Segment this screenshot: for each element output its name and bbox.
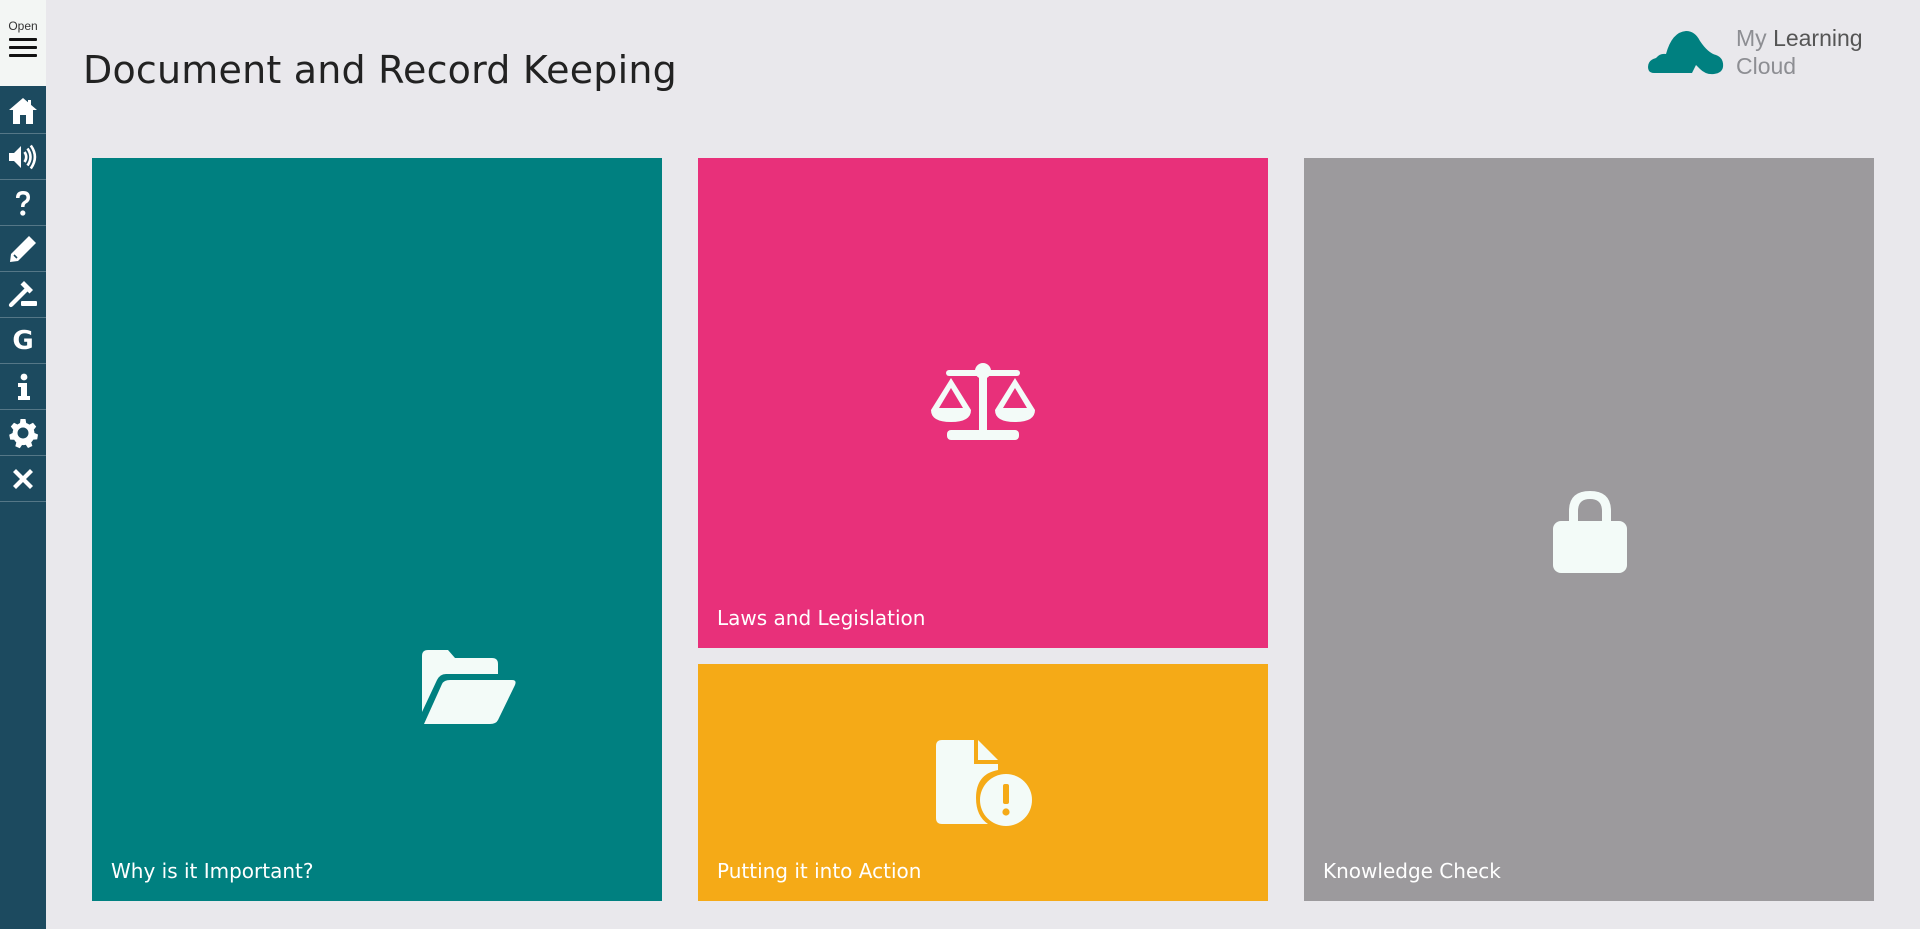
tile-label: Knowledge Check: [1323, 859, 1501, 883]
pencil-icon: [10, 235, 36, 262]
sidebar-item-audio[interactable]: [0, 134, 46, 180]
audio-icon: [9, 144, 37, 169]
brand-logo: My Learning Cloud: [1648, 24, 1863, 80]
tile-putting-into-action[interactable]: Putting it into Action: [698, 664, 1268, 901]
tile-label: Why is it Important?: [111, 859, 314, 883]
sidebar-menu: G: [0, 88, 46, 502]
document-alert-icon: [936, 740, 1032, 830]
scales-icon: [931, 362, 1035, 448]
sidebar-item-notes[interactable]: [0, 226, 46, 272]
logo-text-cloud: Cloud: [1736, 53, 1797, 79]
tile-label: Putting it into Action: [717, 859, 922, 883]
menu-open-label: Open: [8, 19, 38, 33]
sidebar: Open G: [0, 0, 46, 929]
gavel-icon: [8, 280, 37, 307]
sidebar-item-glossary[interactable]: G: [0, 318, 46, 364]
help-icon: [16, 190, 30, 216]
logo-text-my: My: [1736, 25, 1774, 51]
tile-knowledge-check[interactable]: Knowledge Check: [1304, 158, 1874, 901]
sidebar-item-close[interactable]: [0, 456, 46, 502]
close-icon: [13, 468, 33, 489]
hamburger-icon: [9, 38, 37, 57]
sidebar-item-info[interactable]: [0, 364, 46, 410]
glossary-icon: G: [12, 325, 34, 356]
folder-open-icon: [422, 650, 516, 728]
tile-why-important[interactable]: Why is it Important?: [92, 158, 662, 901]
sidebar-item-settings[interactable]: [0, 410, 46, 456]
tile-label: Laws and Legislation: [717, 606, 926, 630]
logo-text-learning: Learning: [1773, 25, 1863, 51]
gear-icon: [9, 418, 38, 448]
cloud-icon: [1648, 31, 1724, 75]
logo-text: My Learning Cloud: [1736, 24, 1863, 80]
sidebar-item-help[interactable]: [0, 180, 46, 226]
sidebar-item-home[interactable]: [0, 88, 46, 134]
info-icon: [18, 373, 30, 400]
sidebar-item-legal[interactable]: [0, 272, 46, 318]
menu-toggle-button[interactable]: Open: [0, 0, 46, 86]
page-title: Document and Record Keeping: [83, 48, 677, 92]
tile-laws-legislation[interactable]: Laws and Legislation: [698, 158, 1268, 648]
lock-icon: [1553, 489, 1627, 577]
home-icon: [9, 97, 37, 124]
